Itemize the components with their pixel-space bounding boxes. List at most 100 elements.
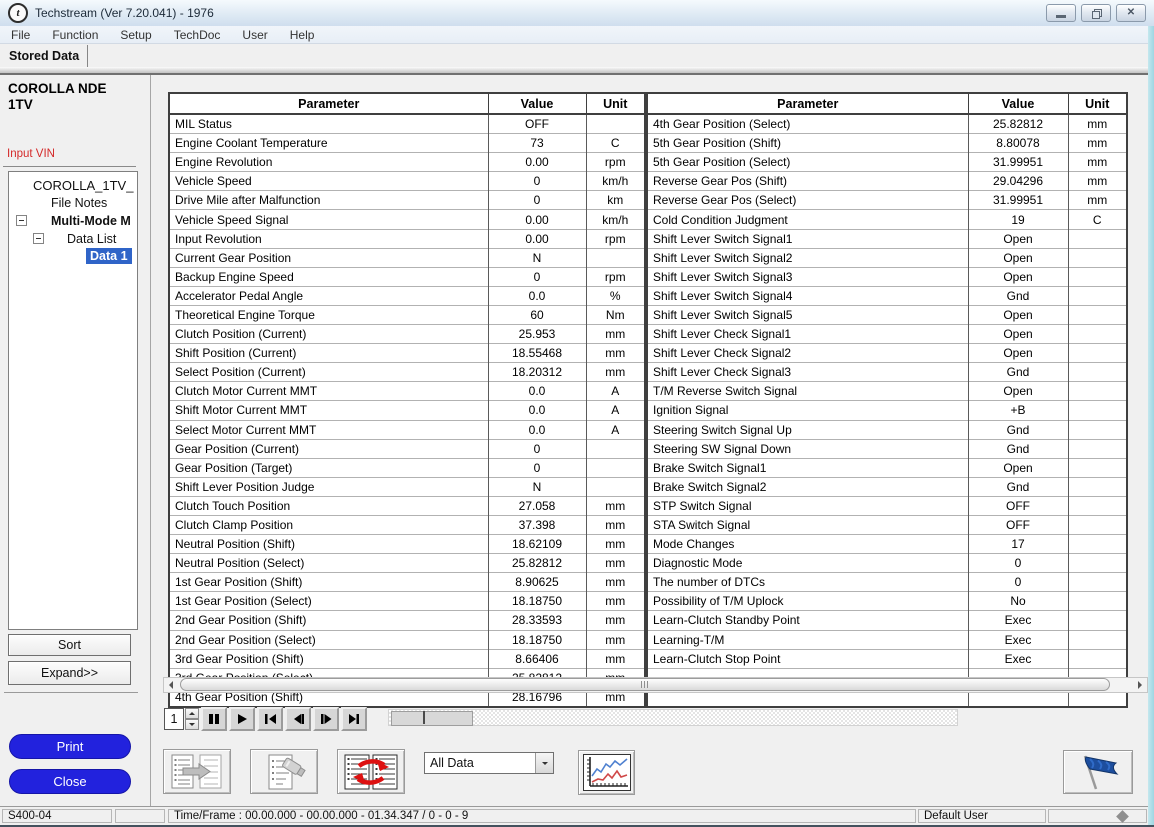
table-row[interactable]: Shift Lever Switch Signal4 Gnd [647, 286, 1127, 305]
table-row[interactable]: 5th Gear Position (Select) 31.99951 mm [647, 153, 1127, 172]
frame-down-button[interactable] [185, 719, 199, 730]
table-row[interactable]: 1st Gear Position (Shift) 8.90625 mm [169, 573, 645, 592]
table-row[interactable]: Vehicle Speed 0 km/h [169, 172, 645, 191]
frame-up-button[interactable] [185, 708, 199, 719]
table-row[interactable]: Shift Lever Switch Signal2 Open [647, 248, 1127, 267]
close-button[interactable]: Close [9, 769, 131, 794]
table-row[interactable]: The number of DTCs 0 [647, 573, 1127, 592]
table-row[interactable]: Shift Lever Check Signal2 Open [647, 344, 1127, 363]
table-row[interactable]: Shift Motor Current MMT 0.0 A [169, 401, 645, 420]
scroll-right-button[interactable] [1133, 678, 1147, 692]
table-row[interactable]: Clutch Touch Position 27.058 mm [169, 496, 645, 515]
restore-button[interactable] [1081, 4, 1111, 22]
table-row[interactable]: Neutral Position (Shift) 18.62109 mm [169, 535, 645, 554]
play-button[interactable] [229, 707, 255, 731]
pause-button[interactable] [201, 707, 227, 731]
menu-user[interactable]: User [231, 28, 278, 42]
table-row[interactable]: Steering Switch Signal Up Gnd [647, 420, 1127, 439]
table-row[interactable]: 3rd Gear Position (Shift) 8.66406 mm [169, 649, 645, 668]
table-row[interactable]: Engine Coolant Temperature 73 C [169, 134, 645, 153]
table-row[interactable]: Clutch Motor Current MMT 0.0 A [169, 382, 645, 401]
table-row[interactable]: Brake Switch Signal1 Open [647, 458, 1127, 477]
table-row[interactable]: Learning-T/M Exec [647, 630, 1127, 649]
table-row[interactable]: Shift Lever Position Judge N [169, 477, 645, 496]
skip-last-button[interactable] [341, 707, 367, 731]
scroll-left-button[interactable] [164, 678, 178, 692]
table-row[interactable]: Reverse Gear Pos (Select) 31.99951 mm [647, 191, 1127, 210]
tree-item-data-1-selected[interactable]: Data 1 [86, 248, 132, 264]
table-row[interactable]: Brake Switch Signal2 Gnd [647, 477, 1127, 496]
table-row[interactable]: Shift Lever Check Signal3 Gnd [647, 363, 1127, 382]
table-row[interactable]: Input Revolution 0.00 rpm [169, 229, 645, 248]
table-row[interactable]: 2nd Gear Position (Shift) 28.33593 mm [169, 611, 645, 630]
copy-data-button[interactable] [163, 749, 231, 794]
tree-item-data-list[interactable]: Data List [67, 231, 116, 247]
tree-item-multi-mode[interactable]: Multi-Mode M [51, 213, 131, 229]
data-filter-dropdown[interactable]: All Data [424, 752, 554, 774]
table-row[interactable]: Backup Engine Speed 0 rpm [169, 267, 645, 286]
edit-data-button[interactable] [250, 749, 318, 794]
flag-button[interactable] [1063, 750, 1133, 794]
tab-stored-data[interactable]: Stored Data [0, 45, 88, 67]
table-row[interactable]: Ignition Signal +B [647, 401, 1127, 420]
graph-view-button[interactable] [578, 750, 635, 795]
input-vin-label[interactable]: Input VIN [7, 148, 55, 160]
table-row[interactable]: Theoretical Engine Torque 60 Nm [169, 305, 645, 324]
print-button[interactable]: Print [9, 734, 131, 759]
table-row[interactable]: Shift Lever Check Signal1 Open [647, 325, 1127, 344]
table-row[interactable]: 1st Gear Position (Select) 18.18750 mm [169, 592, 645, 611]
scrollbar-thumb[interactable] [180, 678, 1110, 691]
collapse-icon[interactable] [33, 233, 44, 244]
collapse-icon[interactable] [16, 215, 27, 226]
table-row[interactable]: Shift Lever Switch Signal5 Open [647, 305, 1127, 324]
table-row[interactable]: Gear Position (Target) 0 [169, 458, 645, 477]
swap-data-button[interactable] [337, 749, 405, 794]
menu-file[interactable]: File [0, 28, 41, 42]
tree-item-root[interactable]: COROLLA_1TV_ [33, 177, 133, 193]
table-row[interactable]: Engine Revolution 0.00 rpm [169, 153, 645, 172]
step-back-button[interactable] [285, 707, 311, 731]
table-row[interactable]: Steering SW Signal Down Gnd [647, 439, 1127, 458]
table-row[interactable]: Possibility of T/M Uplock No [647, 592, 1127, 611]
table-row[interactable]: Vehicle Speed Signal 0.00 km/h [169, 210, 645, 229]
slider-thumb[interactable] [391, 711, 473, 726]
table-row[interactable]: STA Switch Signal OFF [647, 515, 1127, 534]
table-row[interactable]: T/M Reverse Switch Signal Open [647, 382, 1127, 401]
frame-number-field[interactable]: 1 [164, 708, 184, 730]
dropdown-arrow-button[interactable] [535, 753, 553, 773]
table-row[interactable]: 5th Gear Position (Shift) 8.80078 mm [647, 134, 1127, 153]
table-row[interactable]: Shift Position (Current) 18.55468 mm [169, 344, 645, 363]
menu-techdoc[interactable]: TechDoc [163, 28, 232, 42]
table-row[interactable]: MIL Status OFF [169, 114, 645, 134]
table-row[interactable]: Select Motor Current MMT 0.0 A [169, 420, 645, 439]
table-row[interactable]: Neutral Position (Select) 25.82812 mm [169, 554, 645, 573]
horizontal-scrollbar[interactable] [163, 677, 1148, 693]
playback-position-slider[interactable] [388, 709, 958, 726]
table-row[interactable]: Cold Condition Judgment 19 C [647, 210, 1127, 229]
scrollbar-track[interactable] [178, 678, 1133, 692]
table-row[interactable]: Diagnostic Mode 0 [647, 554, 1127, 573]
table-row[interactable]: Learn-Clutch Stop Point Exec [647, 649, 1127, 668]
table-row[interactable]: Shift Lever Switch Signal3 Open [647, 267, 1127, 286]
expand-button[interactable]: Expand>> [8, 661, 131, 685]
table-row[interactable]: 4th Gear Position (Select) 25.82812 mm [647, 114, 1127, 134]
sort-button[interactable]: Sort [8, 634, 131, 656]
table-row[interactable]: Clutch Clamp Position 37.398 mm [169, 515, 645, 534]
table-row[interactable]: Reverse Gear Pos (Shift) 29.04296 mm [647, 172, 1127, 191]
table-row[interactable]: Gear Position (Current) 0 [169, 439, 645, 458]
menu-function[interactable]: Function [41, 28, 109, 42]
menu-help[interactable]: Help [279, 28, 326, 42]
skip-first-button[interactable] [257, 707, 283, 731]
table-row[interactable]: 2nd Gear Position (Select) 18.18750 mm [169, 630, 645, 649]
menu-setup[interactable]: Setup [109, 28, 162, 42]
table-row[interactable]: Mode Changes 17 [647, 535, 1127, 554]
table-row[interactable]: Clutch Position (Current) 25.953 mm [169, 325, 645, 344]
table-row[interactable]: Accelerator Pedal Angle 0.0 % [169, 286, 645, 305]
close-window-button[interactable]: ✕ [1116, 4, 1146, 22]
tree-item-file-notes[interactable]: File Notes [51, 195, 107, 211]
table-row[interactable]: Current Gear Position N [169, 248, 645, 267]
table-row[interactable]: STP Switch Signal OFF [647, 496, 1127, 515]
table-row[interactable]: Select Position (Current) 18.20312 mm [169, 363, 645, 382]
minimize-button[interactable] [1046, 4, 1076, 22]
table-row[interactable]: Learn-Clutch Standby Point Exec [647, 611, 1127, 630]
